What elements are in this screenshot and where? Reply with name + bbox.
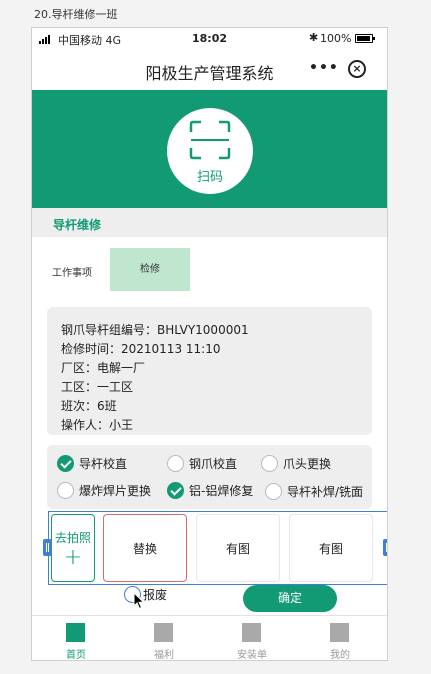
profile-icon	[330, 623, 349, 642]
checkbox-empty-icon	[167, 455, 184, 472]
home-icon	[66, 623, 85, 642]
status-bar: 中国移动 4G 18:02 ✱ 100%	[32, 28, 387, 50]
confirm-button[interactable]: 确定	[243, 585, 337, 612]
option-claw-straighten[interactable]: 钢爪校直	[167, 455, 237, 472]
resize-handle-right[interactable]	[383, 539, 387, 556]
tab-profile[interactable]: 我的	[296, 616, 384, 660]
info-line: 班次：6班	[61, 399, 117, 413]
photo-thumbnail[interactable]: 有图	[196, 514, 280, 582]
info-line: 工区：一工区	[61, 380, 134, 394]
tab-home[interactable]: 首页	[32, 616, 120, 660]
scan-button[interactable]: 扫码	[167, 108, 253, 194]
option-rod-weld-mill[interactable]: 导杆补焊/铣面	[265, 483, 363, 500]
more-menu-button[interactable]: •••	[309, 60, 339, 76]
info-line: 厂区：电解一厂	[61, 361, 146, 375]
info-card: 钢爪导杆组编号：BHLVY1000001 检修时间：20210113 11:10…	[47, 307, 372, 435]
option-guide-rod-straighten[interactable]: 导杆校直	[57, 455, 127, 472]
photo-selection-row: 去拍照 + 替换 有图 有图	[43, 511, 387, 585]
frame-caption: 20.导杆维修一班	[34, 8, 118, 21]
option-al-weld-repair[interactable]: 铝-铝焊修复	[167, 482, 253, 499]
tab-welfare[interactable]: 福利	[120, 616, 208, 660]
checkbox-empty-icon	[261, 455, 278, 472]
nav-bar: 阳极生产管理系统 ••• ×	[32, 50, 387, 90]
scan-banner: 扫码	[32, 90, 387, 208]
plus-icon: +	[63, 545, 83, 570]
checkbox-checked-icon	[167, 482, 184, 499]
tab-install-order[interactable]: 安装单	[208, 616, 296, 660]
checkbox-empty-icon	[57, 482, 74, 499]
section-title: 导杆维修	[53, 218, 102, 232]
bluetooth-icon: ✱	[309, 31, 319, 44]
scrap-option[interactable]: 报废	[124, 586, 167, 603]
photo-thumbnail[interactable]: 有图	[289, 514, 373, 582]
option-explosion-weld-replace[interactable]: 爆炸焊片更换	[57, 482, 151, 499]
work-item-option[interactable]: 检修	[110, 248, 190, 291]
repair-options: 导杆校直 钢爪校直 爪头更换 爆炸焊片更换 铝-铝焊修复 导杆补焊/铣面	[47, 445, 372, 509]
info-line: 操作人：小王	[61, 418, 134, 432]
scan-label: 扫码	[196, 170, 223, 185]
take-photo-label: 去拍照	[54, 531, 91, 545]
phone-frame: 中国移动 4G 18:02 ✱ 100% 阳极生产管理系统 ••• × 扫码 导…	[31, 27, 388, 661]
option-claw-head-replace[interactable]: 爪头更换	[261, 455, 331, 472]
install-order-icon	[242, 623, 261, 642]
info-line: 钢爪导杆组编号：BHLVY1000001	[61, 323, 249, 337]
scan-frame-icon	[189, 120, 231, 160]
mouse-cursor-icon	[133, 592, 145, 610]
tab-bar: 首页 福利 安装单 我的	[32, 615, 387, 660]
checkbox-empty-icon	[265, 483, 282, 500]
info-line: 检修时间：20210113 11:10	[61, 342, 221, 356]
close-icon[interactable]: ×	[348, 60, 366, 78]
checkbox-checked-icon	[57, 455, 74, 472]
resize-handle-left[interactable]	[43, 539, 52, 556]
work-item-label: 工作事项	[52, 268, 92, 279]
section-header: 导杆维修	[32, 208, 387, 237]
welfare-icon	[154, 623, 173, 642]
take-photo-button[interactable]: 去拍照 +	[51, 514, 95, 582]
battery-percent: 100%	[320, 32, 352, 45]
photo-thumbnail[interactable]: 替换	[103, 514, 187, 582]
battery-icon	[355, 34, 375, 43]
